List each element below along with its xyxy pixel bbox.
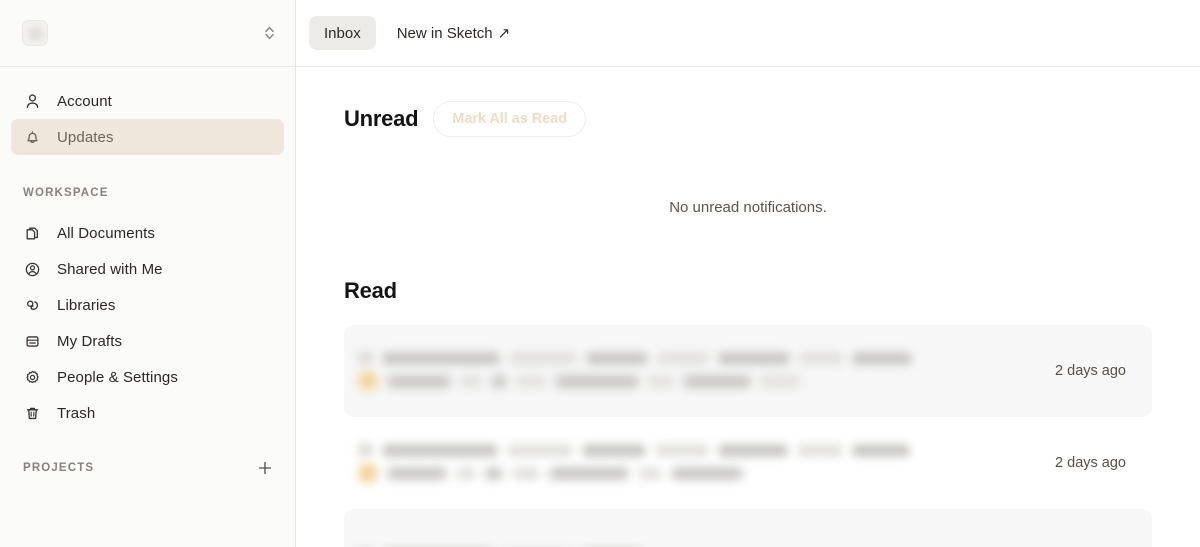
external-link-icon: ↗ <box>497 25 511 42</box>
plus-icon[interactable] <box>254 457 276 479</box>
sidebar-item-label: Updates <box>57 128 114 146</box>
read-section-header: Read <box>344 278 1152 304</box>
chevron-up-down-icon[interactable] <box>264 25 279 41</box>
inbox-content: Unread Mark All as Read No unread notifi… <box>296 67 1200 547</box>
avatar <box>358 463 378 483</box>
notification-timestamp: 2 days ago <box>1055 363 1126 379</box>
sidebar-item-people-and-settings[interactable]: People & Settings <box>11 359 284 395</box>
sidebar-item-libraries[interactable]: Libraries <box>11 287 284 323</box>
sidebar-section-label: WORKSPACE <box>23 187 109 199</box>
sidebar-item-trash[interactable]: Trash <box>11 395 284 431</box>
sidebar-section-workspace: WORKSPACE <box>11 182 284 204</box>
workspace-switcher[interactable] <box>0 0 295 67</box>
notification-content <box>358 351 1031 391</box>
person-circle-icon <box>23 260 42 279</box>
notification-meta-redacted <box>358 371 1031 391</box>
notification-title-redacted <box>358 443 1031 457</box>
app-window: Account Updates WORKSPACE All Documents … <box>0 0 1200 547</box>
unread-section-header: Unread Mark All as Read <box>344 101 1152 137</box>
tab-label: Inbox <box>324 24 361 42</box>
sidebar-item-label: Trash <box>57 404 96 422</box>
notification-content <box>358 443 1031 483</box>
read-notification-list: 2 days ago 2 days ago <box>344 325 1152 547</box>
sidebar-item-updates[interactable]: Updates <box>11 119 284 155</box>
table-row[interactable]: 2 days ago <box>344 325 1152 417</box>
notification-timestamp: 2 days ago <box>1055 455 1126 471</box>
main-panel: Inbox New in Sketch ↗ Unread Mark All as… <box>296 0 1200 547</box>
table-row[interactable]: 2 days ago <box>344 417 1152 509</box>
drafts-icon <box>23 332 42 351</box>
sidebar-nav: Account Updates WORKSPACE All Documents … <box>0 67 295 547</box>
sidebar-item-label: All Documents <box>57 224 156 242</box>
tab-bar: Inbox New in Sketch ↗ <box>296 0 1200 67</box>
notification-title-redacted <box>358 351 1031 365</box>
bell-icon <box>23 128 42 147</box>
sidebar-item-label: Libraries <box>57 296 116 314</box>
sidebar: Account Updates WORKSPACE All Documents … <box>0 0 296 547</box>
tab-label: New in Sketch <box>396 24 493 42</box>
unread-empty-message: No unread notifications. <box>669 199 827 216</box>
gear-icon <box>23 368 42 387</box>
person-icon <box>23 92 42 111</box>
read-title: Read <box>344 278 397 303</box>
sidebar-item-shared-with-me[interactable]: Shared with Me <box>11 251 284 287</box>
avatar <box>358 371 378 391</box>
table-row[interactable] <box>344 509 1152 547</box>
trash-icon <box>23 404 42 423</box>
sidebar-item-all-documents[interactable]: All Documents <box>11 215 284 251</box>
sidebar-item-label: Shared with Me <box>57 260 163 278</box>
sidebar-item-label: Account <box>57 92 112 110</box>
libraries-icon <box>23 296 42 315</box>
sidebar-item-my-drafts[interactable]: My Drafts <box>11 323 284 359</box>
tab-inbox[interactable]: Inbox <box>309 16 376 50</box>
sidebar-item-label: My Drafts <box>57 332 123 350</box>
sidebar-section-projects: PROJECTS <box>11 457 284 479</box>
notification-meta-redacted <box>358 463 1031 483</box>
sidebar-section-label: PROJECTS <box>23 462 95 474</box>
unread-title: Unread <box>344 106 419 131</box>
mark-all-as-read-button[interactable]: Mark All as Read <box>433 101 587 137</box>
sidebar-item-label: People & Settings <box>57 368 178 386</box>
workspace-avatar <box>22 20 48 46</box>
tab-new-in-sketch[interactable]: New in Sketch ↗ <box>382 16 525 50</box>
sidebar-item-account[interactable]: Account <box>11 83 284 119</box>
documents-icon <box>23 224 42 243</box>
